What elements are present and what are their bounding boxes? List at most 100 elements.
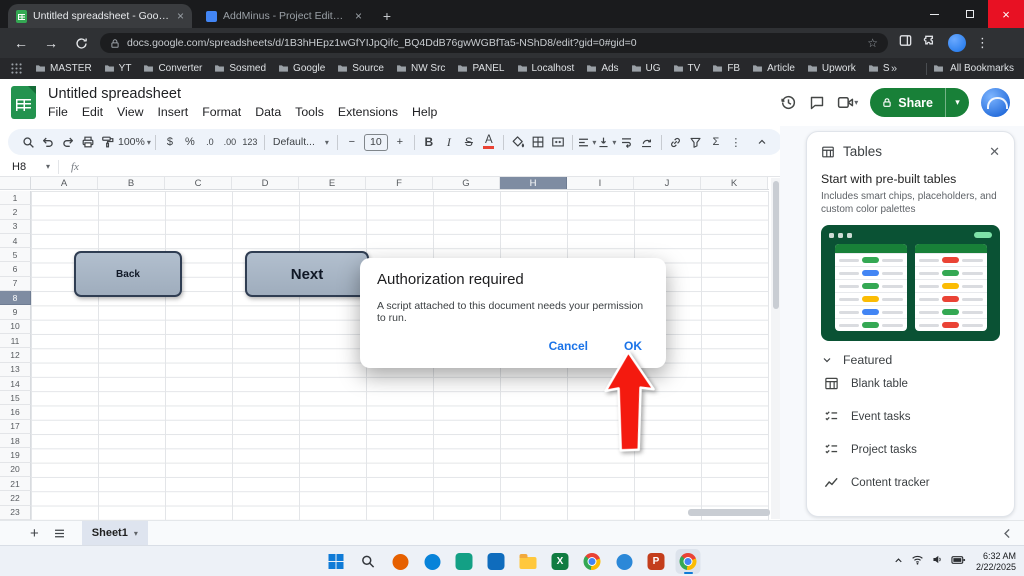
forward-icon[interactable]: → — [40, 32, 62, 54]
tables-item-event-tasks[interactable]: Event tasks — [821, 400, 1000, 433]
profile-avatar[interactable] — [948, 34, 966, 52]
apps-grid-icon[interactable] — [10, 62, 23, 75]
side-panel-icon[interactable] — [898, 33, 913, 53]
row-header-19[interactable]: 19 — [0, 448, 31, 462]
column-header-k[interactable]: K — [701, 177, 768, 189]
row-header-9[interactable]: 9 — [0, 305, 31, 319]
column-header-c[interactable]: C — [165, 177, 232, 189]
next-drawing-button[interactable]: Next — [245, 251, 369, 297]
row-header-23[interactable]: 23 — [0, 506, 31, 520]
extensions-puzzle-icon[interactable] — [923, 33, 938, 53]
mail-icon[interactable] — [484, 549, 509, 574]
photos-icon[interactable] — [452, 549, 477, 574]
tray-chevron-up-icon[interactable] — [893, 553, 904, 571]
bookmark-ads[interactable]: Ads — [580, 61, 624, 76]
row-header-10[interactable]: 10 — [0, 320, 31, 334]
row-header-16[interactable]: 16 — [0, 405, 31, 419]
bookmark-source[interactable]: Source — [331, 61, 390, 76]
bookmark-converter[interactable]: Converter — [137, 61, 208, 76]
decrease-font-size-icon[interactable]: − — [342, 132, 362, 152]
back-icon[interactable]: ← — [10, 32, 32, 54]
row-header-8[interactable]: 8 — [0, 291, 31, 305]
close-panel-icon[interactable]: ✕ — [989, 145, 1000, 158]
column-header-e[interactable]: E — [299, 177, 366, 189]
search-icon[interactable] — [356, 549, 381, 574]
functions-icon[interactable]: Σ — [706, 132, 726, 152]
minimize-button[interactable] — [916, 0, 952, 28]
all-sheets-icon[interactable] — [53, 527, 66, 540]
horizontal-scrollbar[interactable] — [688, 509, 770, 516]
start-icon[interactable] — [324, 549, 349, 574]
chrome-icon[interactable] — [580, 549, 605, 574]
wifi-icon[interactable] — [911, 553, 924, 571]
document-title[interactable]: Untitled spreadsheet — [48, 86, 444, 103]
sheets-logo-icon[interactable] — [11, 86, 36, 119]
undo-icon[interactable] — [38, 132, 58, 152]
row-header-2[interactable]: 2 — [0, 205, 31, 219]
meet-icon[interactable]: ▾ — [837, 95, 858, 110]
browser-tab-script-editor[interactable]: AddMinus - Project Editor - Ap × — [198, 4, 370, 28]
filter-icon[interactable] — [686, 132, 706, 152]
column-header-i[interactable]: I — [567, 177, 634, 189]
bookmark-semrush[interactable]: Semrush — [862, 61, 889, 76]
bookmark-tv[interactable]: TV — [667, 61, 707, 76]
menu-help[interactable]: Help — [405, 104, 444, 120]
tables-item-content-tracker[interactable]: Content tracker — [821, 466, 1000, 499]
borders-icon[interactable] — [528, 132, 548, 152]
vertical-scrollbar[interactable] — [771, 178, 780, 519]
account-avatar[interactable] — [981, 88, 1010, 117]
app-blue-icon[interactable] — [612, 549, 637, 574]
powerpoint-icon[interactable]: P — [644, 549, 669, 574]
text-rotate-icon[interactable] — [637, 132, 657, 152]
menu-data[interactable]: Data — [248, 104, 288, 120]
close-button[interactable]: × — [988, 0, 1024, 28]
select-all-corner[interactable] — [0, 177, 31, 190]
decrease-decimal-icon[interactable]: .0 — [200, 132, 220, 152]
cancel-button[interactable]: Cancel — [545, 336, 592, 356]
paint-format-icon[interactable] — [98, 132, 118, 152]
browser-menu-icon[interactable]: ⋮ — [976, 35, 989, 51]
insert-link-icon[interactable] — [666, 132, 686, 152]
menu-extensions[interactable]: Extensions — [331, 104, 405, 120]
bookmark-google[interactable]: Google — [272, 61, 331, 76]
row-header-7[interactable]: 7 — [0, 277, 31, 291]
redo-icon[interactable] — [58, 132, 78, 152]
collapse-toolbar-icon[interactable] — [752, 132, 772, 152]
tab-close-icon[interactable]: × — [355, 10, 362, 22]
print-icon[interactable] — [78, 132, 98, 152]
name-box[interactable]: H8 ▾ — [0, 161, 58, 173]
bold-icon[interactable]: B — [419, 132, 439, 152]
bookmark-localhost[interactable]: Localhost — [511, 61, 581, 76]
comments-icon[interactable] — [809, 95, 825, 111]
browser-tab-active[interactable]: Untitled spreadsheet - Google × — [8, 4, 192, 28]
row-header-15[interactable]: 15 — [0, 391, 31, 405]
menu-tools[interactable]: Tools — [288, 104, 331, 120]
file-explorer-icon[interactable] — [516, 549, 541, 574]
version-history-icon[interactable] — [780, 94, 797, 111]
firefox-icon[interactable] — [388, 549, 413, 574]
vertical-align-icon[interactable]: ▾ — [597, 132, 617, 152]
row-header-13[interactable]: 13 — [0, 363, 31, 377]
bookmark-article[interactable]: Article — [746, 61, 801, 76]
tables-item-blank-table[interactable]: Blank table — [821, 367, 1000, 400]
row-header-11[interactable]: 11 — [0, 334, 31, 348]
bookmark-upwork[interactable]: Upwork — [801, 61, 862, 76]
maximize-button[interactable] — [952, 0, 988, 28]
menu-format[interactable]: Format — [195, 104, 248, 120]
tables-item-project-tasks[interactable]: Project tasks — [821, 433, 1000, 466]
url-bar[interactable]: docs.google.com/spreadsheets/d/1B3hHEpz1… — [100, 33, 888, 53]
merge-cells-icon[interactable] — [548, 132, 568, 152]
italic-icon[interactable]: I — [439, 132, 459, 152]
all-bookmarks[interactable]: All Bookmarks — [926, 63, 1014, 75]
excel-icon[interactable]: X — [548, 549, 573, 574]
increase-decimal-icon[interactable]: .00 — [220, 132, 240, 152]
format-currency-icon[interactable]: $ — [160, 132, 180, 152]
row-header-3[interactable]: 3 — [0, 220, 31, 234]
fill-color-icon[interactable] — [508, 132, 528, 152]
increase-font-size-icon[interactable]: + — [390, 132, 410, 152]
column-header-b[interactable]: B — [98, 177, 165, 189]
search-icon[interactable] — [18, 132, 38, 152]
volume-icon[interactable] — [931, 553, 944, 571]
share-button[interactable]: Share ▾ — [870, 88, 969, 117]
menu-file[interactable]: File — [41, 104, 75, 120]
